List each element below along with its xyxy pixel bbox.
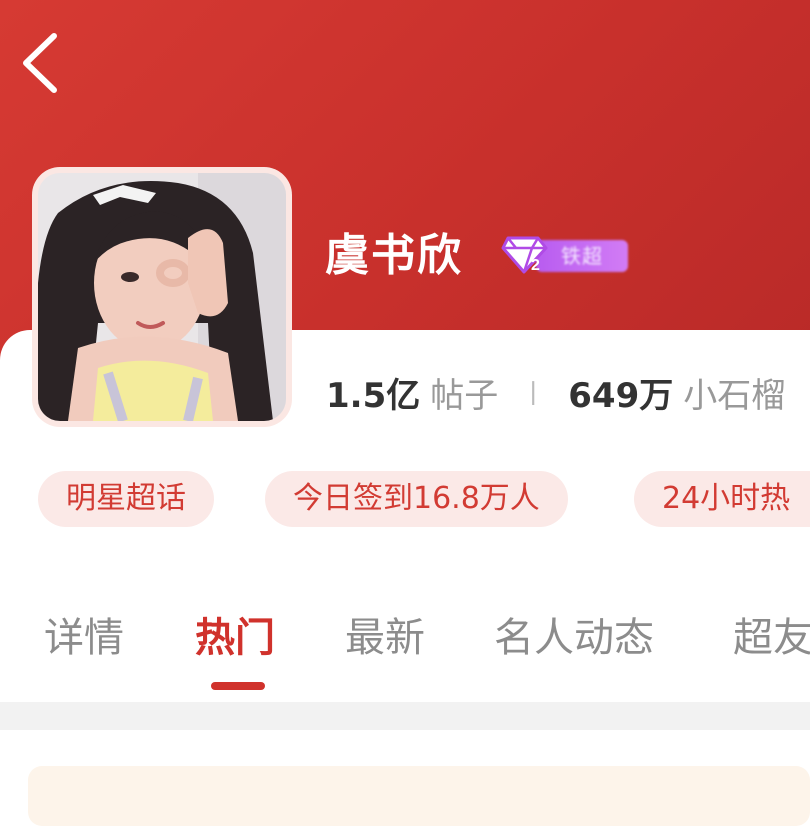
- chevron-left-icon: [23, 33, 57, 93]
- back-button[interactable]: [14, 30, 66, 96]
- section-divider: [0, 702, 810, 730]
- posts-count: 1.5亿: [326, 376, 421, 416]
- diamond-icon: 2: [501, 236, 548, 274]
- fans-label: 小石榴: [683, 376, 786, 416]
- tag-24h-hot[interactable]: 24小时热: [634, 471, 810, 527]
- active-tab-indicator: [211, 682, 265, 690]
- tag-checkin-count[interactable]: 今日签到16.8万人: [265, 471, 568, 527]
- tab-latest[interactable]: 最新: [345, 610, 425, 666]
- tab-hot[interactable]: 热门: [195, 610, 275, 666]
- avatar[interactable]: [32, 167, 292, 427]
- tab-super-friends[interactable]: 超友: [733, 610, 810, 666]
- posts-label: 帖子: [430, 376, 499, 416]
- topic-title: 虞书欣: [325, 230, 463, 281]
- stats-separator: 丨: [520, 380, 547, 410]
- tab-details[interactable]: 详情: [44, 610, 124, 666]
- post-card[interactable]: [28, 766, 810, 826]
- tab-celebrity-updates[interactable]: 名人动态: [494, 610, 654, 666]
- avatar-photo: [38, 173, 286, 421]
- level-badge[interactable]: 铁超 2: [500, 234, 628, 274]
- tab-bar: 详情 热门 最新 名人动态 超友: [0, 600, 810, 690]
- tag-celebrity-topic[interactable]: 明星超话: [38, 471, 214, 527]
- fans-count: 649万: [568, 376, 674, 416]
- stats-row: 1.5亿 帖子 丨 649万 小石榴: [326, 368, 785, 417]
- level-number: 2: [531, 257, 540, 274]
